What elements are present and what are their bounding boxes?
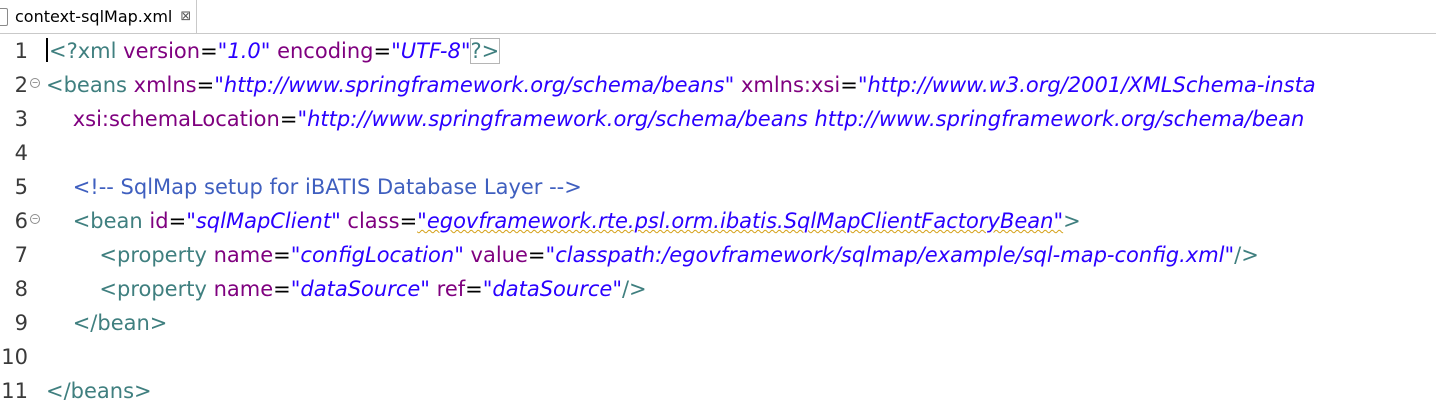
code-token: "configLocation" <box>290 243 464 267</box>
code-token: xmlns:xsi <box>740 73 841 97</box>
code-line[interactable]: 11 </beans> <box>0 374 1436 408</box>
code-token: "1.0" <box>217 39 271 63</box>
code-token: = <box>399 209 418 233</box>
code-line[interactable]: 4 <box>0 136 1436 170</box>
line-number: 6 <box>14 209 28 233</box>
code-text: <?xml version="1.0" encoding="UTF-8"?> <box>46 34 501 68</box>
line-number: 5 <box>14 175 28 199</box>
code-token: "dataSource" <box>290 277 430 301</box>
code-token: = <box>200 39 218 63</box>
editor-tab-bar: context-sqlMap.xml ⊠ <box>0 0 1436 34</box>
code-editor[interactable]: 1 <?xml version="1.0" encoding="UTF-8"?> 2… <box>0 34 1436 406</box>
line-number: 9 <box>14 311 28 335</box>
line-number: 7 <box>14 243 28 267</box>
code-token: xsi:schemaLocation <box>72 107 280 131</box>
code-token: = <box>840 73 858 97</box>
code-token: class <box>347 209 400 233</box>
code-line[interactable]: 9 </bean> <box>0 306 1436 340</box>
code-token: encoding <box>277 39 374 63</box>
code-token: <property <box>99 277 214 301</box>
code-token: <property <box>99 243 214 267</box>
code-token: = <box>273 243 291 267</box>
code-token: ?> <box>469 38 501 64</box>
code-token: name <box>213 243 274 267</box>
line-number: 8 <box>14 277 28 301</box>
code-token: "egovframework.rte.psl.orm.ibatis.SqlMap… <box>417 209 1064 233</box>
line-number: 10 <box>1 345 28 369</box>
code-token: "sqlMapClient" <box>186 209 341 233</box>
line-number: 2 <box>14 73 28 97</box>
tab-label: context-sqlMap.xml <box>15 7 173 26</box>
code-line[interactable]: 10 <box>0 340 1436 374</box>
code-token: = <box>527 243 546 267</box>
xml-file-icon <box>0 7 8 26</box>
code-token: value <box>470 243 528 267</box>
code-token: id <box>149 209 169 233</box>
code-token: > <box>1063 209 1081 233</box>
line-number: 11 <box>1 379 28 403</box>
code-text: </bean> <box>46 306 168 340</box>
code-token: = <box>273 277 291 301</box>
code-token: <!-- SqlMap setup for iBATIS Database La… <box>72 175 582 199</box>
code-line[interactable]: 3 xsi:schemaLocation="http://www.springf… <box>0 102 1436 136</box>
tab-context-sqlmap[interactable]: context-sqlMap.xml ⊠ <box>0 0 197 33</box>
code-token: </beans> <box>46 379 152 403</box>
code-line[interactable]: 2− <beans xmlns="http://www.springframewo… <box>0 68 1436 102</box>
code-token: "dataSource" <box>482 277 622 301</box>
code-text: xsi:schemaLocation="http://www.springfra… <box>46 102 1305 136</box>
code-token: "http://www.springframework.org/schema/b… <box>297 107 1305 131</box>
code-token: "UTF-8" <box>391 39 471 63</box>
code-token: ref <box>436 277 466 301</box>
code-line[interactable]: 6− <bean id="sqlMapClient" class="egovfr… <box>0 204 1436 238</box>
line-number: 3 <box>14 107 28 131</box>
text-cursor <box>46 38 48 62</box>
code-text: <bean id="sqlMapClient" class="egovframe… <box>46 204 1081 238</box>
code-text: <property name="dataSource" ref="dataSou… <box>46 272 647 306</box>
line-number: 1 <box>14 39 28 63</box>
code-text: <property name="configLocation" value="c… <box>46 238 1259 272</box>
code-token: <bean <box>72 209 150 233</box>
code-token: /> <box>621 277 647 301</box>
code-token: </bean> <box>72 311 168 335</box>
code-line[interactable]: 5 <!-- SqlMap setup for iBATIS Database … <box>0 170 1436 204</box>
code-token: name <box>213 277 274 301</box>
code-text: </beans> <box>46 374 152 408</box>
close-icon[interactable]: ⊠ <box>180 10 191 23</box>
code-token: <?xml <box>49 39 124 63</box>
code-line[interactable]: 8 <property name="dataSource" ref="dataS… <box>0 272 1436 306</box>
code-token: xmlns <box>133 73 197 97</box>
code-line[interactable]: 1 <?xml version="1.0" encoding="UTF-8"?> <box>0 34 1436 68</box>
code-token: = <box>373 39 392 63</box>
fold-toggle-icon[interactable]: − <box>30 214 40 224</box>
code-token: = <box>465 277 483 301</box>
code-token: "classpath:/egovframework/sqlmap/example… <box>545 243 1235 267</box>
code-token: version <box>123 39 201 63</box>
code-token: "http://www.w3.org/2001/XMLSchema-insta <box>857 73 1316 97</box>
code-text: <beans xmlns="http://www.springframework… <box>46 68 1316 102</box>
code-token: = <box>196 73 215 97</box>
code-token: <beans <box>46 73 134 97</box>
code-line[interactable]: 7 <property name="configLocation" value=… <box>0 238 1436 272</box>
line-number: 4 <box>14 141 28 165</box>
code-token: = <box>168 209 187 233</box>
fold-toggle-icon[interactable]: − <box>30 78 40 88</box>
code-token: /> <box>1234 243 1259 267</box>
code-text: <!-- SqlMap setup for iBATIS Database La… <box>46 170 582 204</box>
code-token: "http://www.springframework.org/schema/b… <box>214 73 735 97</box>
code-token: = <box>279 107 298 131</box>
